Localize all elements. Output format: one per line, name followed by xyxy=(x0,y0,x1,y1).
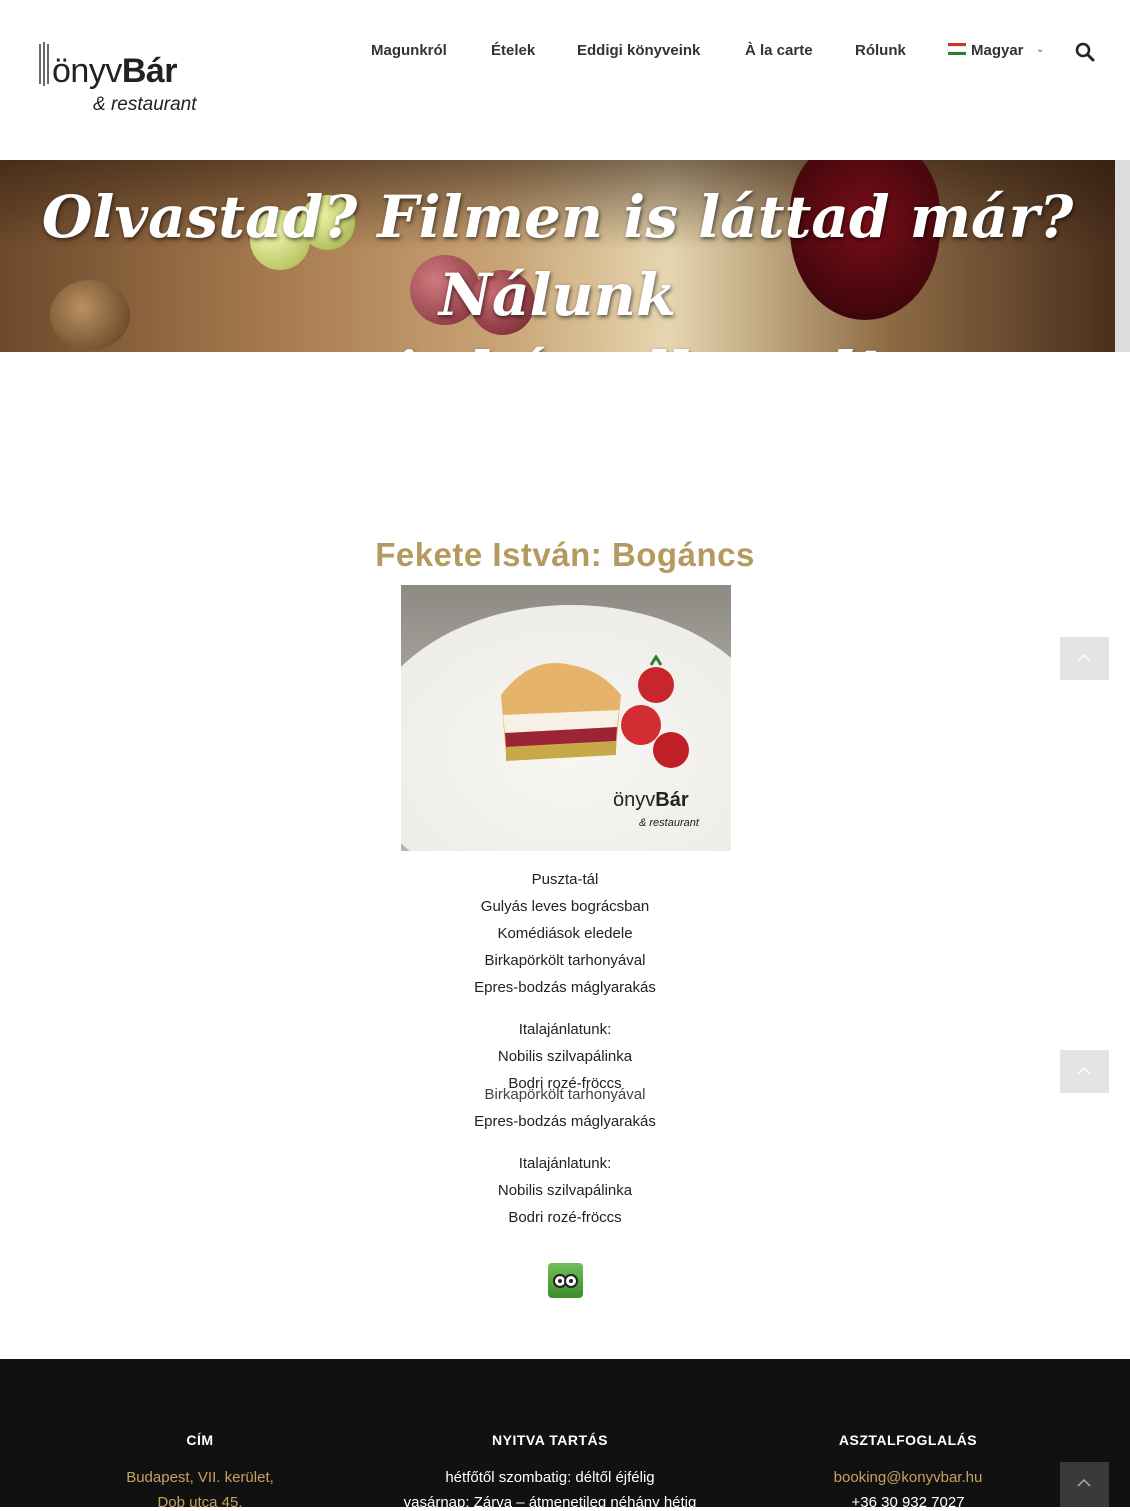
drink-item: Nobilis szilvapálinka xyxy=(497,1048,633,1065)
address-line[interactable]: Dob utca 45. xyxy=(60,1494,340,1511)
hours-line: hétfőtől szombatig: déltől éjfélig xyxy=(445,1469,655,1486)
tripadvisor-icon[interactable] xyxy=(548,1263,583,1298)
address-line[interactable]: Budapest, VII. kerület, xyxy=(60,1469,340,1486)
chevron-up-icon xyxy=(1077,1478,1091,1487)
hero-scrollbar[interactable] xyxy=(1115,160,1130,352)
menu-item: Birkapörkölt tarhonyával xyxy=(484,952,646,969)
nav-item-magunkrol[interactable]: Magunkról xyxy=(371,42,447,59)
site-header: önyvBár & restaurant Magunkról Ételek Ed… xyxy=(0,0,1130,160)
footer-booking: ASZTALFOGLALÁS booking@konyvbar.hu +36 3… xyxy=(768,1432,1048,1511)
menu-item: Puszta-tál xyxy=(531,871,599,888)
dish-title: Fekete István: Bogáncs xyxy=(375,536,755,573)
hero-title: Olvastad? Filmen is láttad már? Nálunk m… xyxy=(41,183,1074,352)
booking-email-link[interactable]: booking@konyvbar.hu xyxy=(768,1469,1048,1486)
drinks-heading: Italajánlatunk: xyxy=(518,1021,612,1038)
scroll-to-top-button[interactable] xyxy=(1060,637,1109,680)
photo-watermark-logo: önyvBár & restaurant xyxy=(613,789,699,829)
hours-line: vasárnap: Zárva – átmenetileg néhány hét… xyxy=(403,1494,697,1511)
strawberries xyxy=(621,655,689,768)
logo-subtitle: & restaurant xyxy=(93,94,197,115)
menu-item-duplicate: Epres-bodzás máglyarakás xyxy=(474,1113,656,1130)
scroll-to-top-button[interactable] xyxy=(1060,1462,1109,1507)
scroll-to-top-button[interactable] xyxy=(1060,1050,1109,1093)
chevron-up-icon xyxy=(1077,1066,1091,1075)
footer-heading: ASZTALFOGLALÁS xyxy=(838,1432,978,1448)
hungarian-flag-icon xyxy=(947,43,967,55)
hero-banner: Olvastad? Filmen is láttad már? Nálunk m… xyxy=(0,160,1115,352)
footer-address: CÍM Budapest, VII. kerület, Dob utca 45. xyxy=(60,1432,340,1511)
menu-item-duplicate: Birkapörkölt tarhonyával xyxy=(484,1086,646,1103)
nav-item-eddigi-konyveink[interactable]: Eddigi könyveink xyxy=(577,42,700,59)
footer-hours: NYITVA TARTÁS hétfőtől szombatig: déltől… xyxy=(390,1432,710,1511)
chevron-down-icon[interactable]: ⌄ xyxy=(1036,44,1044,55)
booking-phone[interactable]: +36 30 932 7027 xyxy=(768,1494,1048,1511)
language-selector[interactable]: Magyar xyxy=(971,42,1024,59)
footer-heading: CÍM xyxy=(186,1432,214,1448)
nav-item-a-la-carte[interactable]: À la carte xyxy=(745,42,813,59)
drinks-heading-duplicate: Italajánlatunk: xyxy=(518,1155,612,1172)
footer-heading: NYITVA TARTÁS xyxy=(492,1432,608,1448)
menu-item: Komédiások eledele xyxy=(497,925,633,942)
chevron-up-icon xyxy=(1077,653,1091,662)
search-icon[interactable] xyxy=(1075,42,1095,62)
dish-photo: önyvBár & restaurant xyxy=(401,585,731,851)
drink-item-duplicate: Bodri rozé-fröccs xyxy=(508,1209,622,1226)
menu-item: Epres-bodzás máglyarakás xyxy=(474,979,656,996)
nav-item-etelek[interactable]: Ételek xyxy=(491,42,535,59)
drink-item-duplicate: Nobilis szilvapálinka xyxy=(497,1182,633,1199)
nav-item-rolunk[interactable]: Rólunk xyxy=(855,42,906,59)
menu-item: Gulyás leves bográcsban xyxy=(480,898,650,915)
